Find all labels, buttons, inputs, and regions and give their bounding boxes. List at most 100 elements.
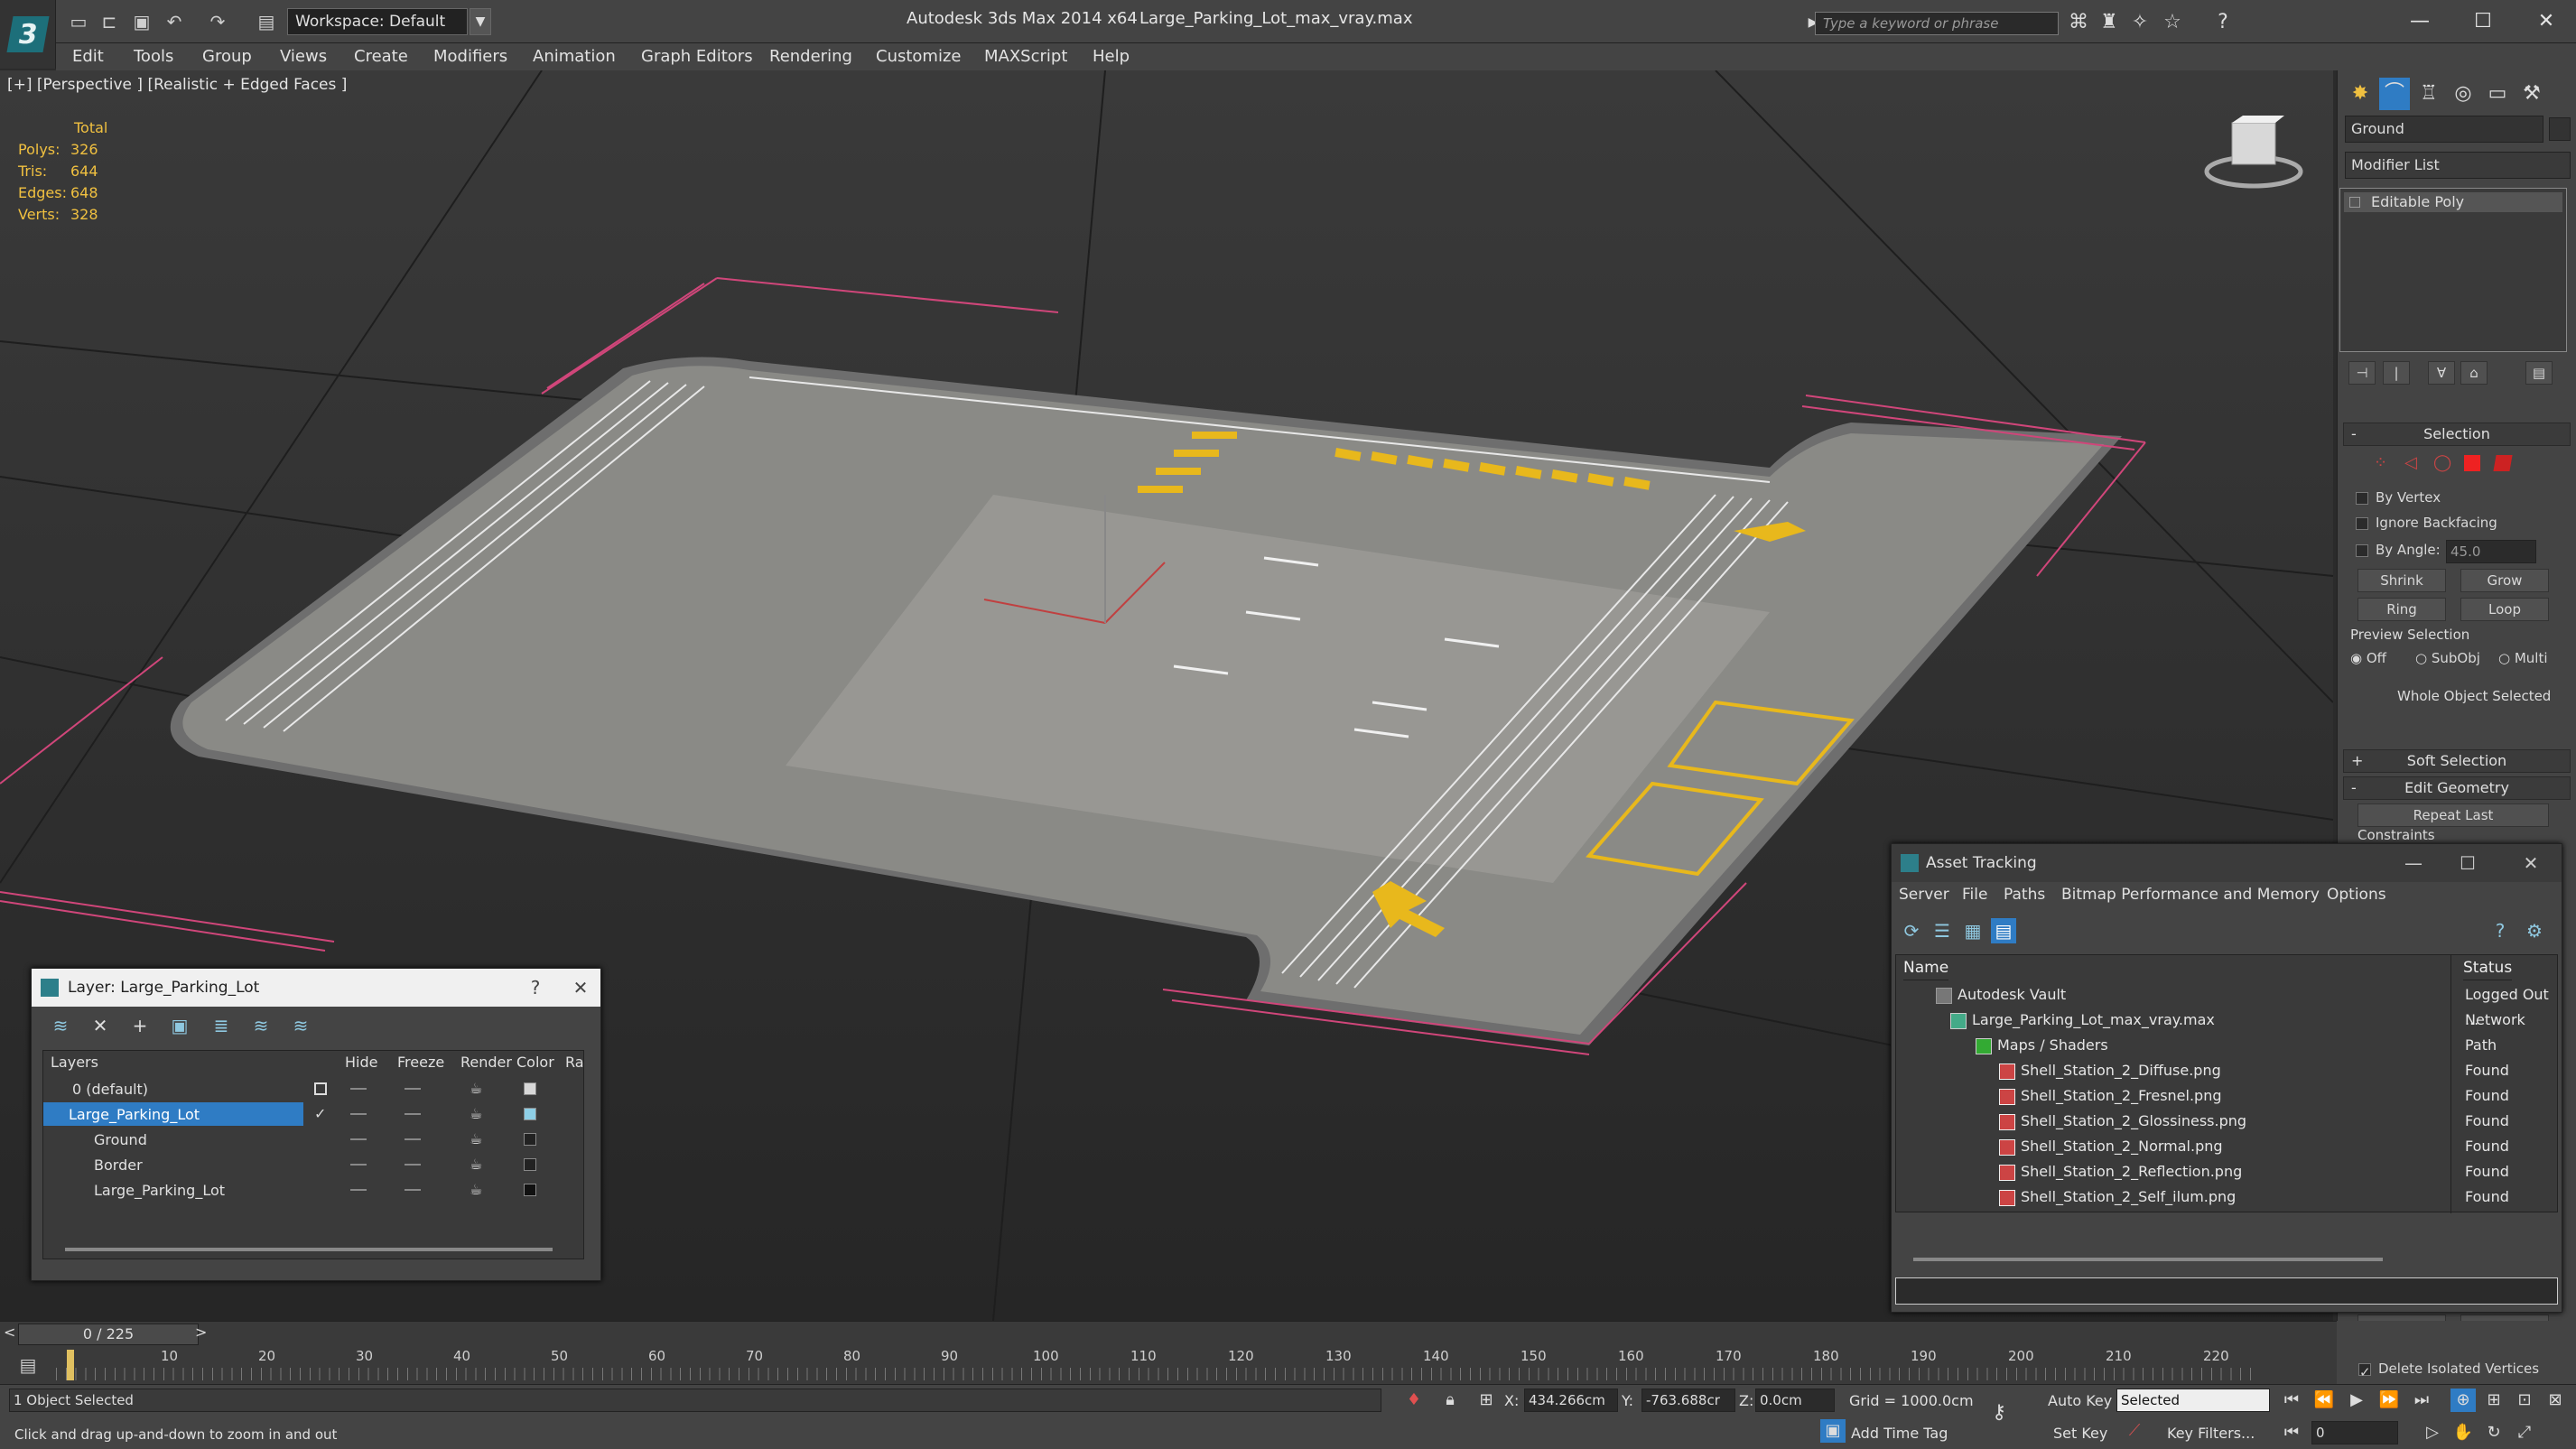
remove-modifier-icon[interactable]: ⌂ — [2460, 361, 2488, 385]
configure-sets-icon[interactable]: ▤ — [2525, 361, 2553, 385]
menu-animation[interactable]: Animation — [533, 47, 616, 66]
asset-row[interactable]: Shell_Station_2_Self_ilum.png Found — [1896, 1184, 2559, 1210]
redo-icon[interactable]: ↷ — [206, 11, 229, 33]
layer-color-swatch[interactable] — [524, 1184, 536, 1196]
utilities-tab-icon[interactable]: ⚒ — [2516, 78, 2547, 110]
ring-button[interactable]: Ring — [2357, 598, 2446, 621]
maximize-viewport-icon[interactable]: ⤢ — [2512, 1421, 2537, 1444]
at-menu-paths[interactable]: Paths — [2004, 886, 2045, 904]
teapot-icon[interactable]: ☕ — [470, 1101, 482, 1127]
menu-create[interactable]: Create — [354, 47, 408, 66]
undo-icon[interactable]: ↶ — [163, 11, 186, 33]
edge-mode-icon[interactable]: ◁ — [2404, 453, 2417, 472]
select-objects-icon[interactable]: ▣ — [167, 1014, 192, 1037]
element-mode-icon[interactable] — [2493, 455, 2513, 471]
at-menu-server[interactable]: Server — [1899, 886, 1949, 904]
layer-row[interactable]: Large_Parking_Lot ☕ — [43, 1177, 585, 1203]
col-layers[interactable]: Layers — [51, 1051, 98, 1074]
menu-graph-editors[interactable]: Graph Editors — [641, 47, 753, 66]
key-mode-dropdown[interactable]: Selected — [2116, 1389, 2270, 1412]
preview-off-radio[interactable]: ◉ Off — [2350, 650, 2386, 666]
layer-row[interactable]: Ground ☕ — [43, 1127, 585, 1152]
menu-edit[interactable]: Edit — [72, 47, 104, 66]
asset-row[interactable]: Autodesk Vault Logged Out ... — [1896, 982, 2559, 1028]
minimize-icon[interactable]: — — [2397, 844, 2430, 882]
menu-modifiers[interactable]: Modifiers — [433, 47, 507, 66]
modify-tab-icon[interactable]: ⌒ — [2379, 78, 2410, 110]
settings-icon[interactable]: ⚙ — [2522, 918, 2547, 943]
menu-views[interactable]: Views — [280, 47, 327, 66]
expand-icon[interactable] — [2349, 197, 2360, 208]
maximize-icon[interactable]: ☐ — [2451, 844, 2484, 882]
play-icon[interactable]: ▶ — [2344, 1389, 2369, 1412]
layer-window-titlebar[interactable]: Layer: Large_Parking_Lot ? ✕ — [32, 969, 600, 1007]
angle-spinner[interactable]: 45.0 — [2446, 540, 2536, 563]
hierarchy-tab-icon[interactable]: ♖ — [2413, 78, 2444, 110]
shrink-button[interactable]: Shrink — [2357, 569, 2446, 592]
workspace-dropdown[interactable]: Workspace: Default — [287, 8, 468, 35]
menu-maxscript[interactable]: MAXScript — [984, 47, 1067, 66]
show-end-result-icon[interactable]: | — [2383, 361, 2410, 385]
x-coordinate-field[interactable]: 434.266cm — [1524, 1389, 1618, 1412]
col-color[interactable]: Color — [516, 1051, 554, 1074]
asset-row[interactable]: Shell_Station_2_Reflection.png Found — [1896, 1159, 2559, 1184]
key-mode-toggle-icon[interactable]: ⏮ — [2279, 1421, 2304, 1444]
border-mode-icon[interactable]: ◯ — [2433, 453, 2451, 472]
modifier-list-dropdown[interactable]: Modifier List — [2345, 152, 2571, 179]
stack-item-editable-poly[interactable]: Editable Poly — [2344, 192, 2562, 212]
help-icon[interactable]: ? — [519, 969, 552, 1007]
layer-row[interactable]: Border ☕ — [43, 1152, 585, 1177]
layer-row[interactable]: Large_Parking_Lot ✓ ☕ — [43, 1101, 585, 1127]
soft-selection-rollout-header[interactable]: + Soft Selection — [2343, 749, 2571, 773]
preview-subobj-radio[interactable]: ○ SubObj — [2415, 650, 2480, 666]
layer-color-swatch[interactable] — [524, 1133, 536, 1146]
time-slider[interactable]: < 0 / 225 > — [0, 1321, 2337, 1346]
time-slider-thumb[interactable]: 0 / 225 — [18, 1324, 199, 1345]
by-vertex-checkbox[interactable]: By Vertex — [2356, 489, 2441, 506]
hide-all-icon[interactable]: ≋ — [248, 1014, 274, 1037]
set-key-icon[interactable]: ⟋ — [2122, 1419, 2147, 1443]
lock-selection-icon[interactable]: 🔒︎ — [1437, 1389, 1463, 1412]
display-tab-icon[interactable]: ▭ — [2482, 78, 2513, 110]
asset-window-titlebar[interactable]: Asset Tracking — ☐ ✕ — [1892, 844, 2562, 882]
project-folder-icon[interactable]: ▤ — [255, 11, 278, 33]
prev-key-icon[interactable]: ⏪ — [2311, 1389, 2337, 1412]
time-tag-icon[interactable]: ▣ — [1820, 1419, 1846, 1443]
freeze-all-icon[interactable]: ≋ — [288, 1014, 313, 1037]
go-to-end-icon[interactable]: ⏭ — [2409, 1389, 2434, 1412]
maximize-icon[interactable]: ☐ — [2456, 5, 2510, 38]
binoculars-icon[interactable]: ⌘ — [2066, 11, 2091, 34]
layer-row[interactable]: 0 (default) ☕ — [43, 1076, 585, 1101]
search-input[interactable]: Type a keyword or phrase — [1815, 12, 2059, 35]
zoom-extents-icon[interactable]: ⊡ — [2512, 1389, 2537, 1412]
layer-color-swatch[interactable] — [524, 1082, 536, 1095]
col-freeze[interactable]: Freeze — [397, 1051, 444, 1074]
at-menu-options[interactable]: Options — [2327, 886, 2386, 904]
grid-view-icon[interactable]: ▤ — [1991, 918, 2016, 943]
col-render[interactable]: Render — [460, 1051, 512, 1074]
menu-tools[interactable]: Tools — [134, 47, 173, 66]
delete-isolated-checkbox[interactable]: ✓ Delete Isolated Vertices — [2358, 1361, 2539, 1380]
vertex-mode-icon[interactable]: ⁘ — [2374, 453, 2387, 472]
viewport-label[interactable]: [+] [Perspective ] [Realistic + Edged Fa… — [7, 76, 347, 94]
make-unique-icon[interactable]: ∀ — [2428, 361, 2455, 385]
teapot-icon[interactable]: ☕ — [470, 1152, 482, 1177]
highlight-layer-icon[interactable]: ≣ — [209, 1014, 234, 1037]
repeat-last-button[interactable]: Repeat Last — [2357, 803, 2549, 827]
asset-row[interactable]: Shell_Station_2_Normal.png Found — [1896, 1134, 2559, 1159]
menu-help[interactable]: Help — [1093, 47, 1130, 66]
help-icon[interactable]: ? — [2210, 11, 2236, 34]
mini-curve-editor-icon[interactable]: ▤ — [0, 1346, 56, 1384]
polygon-mode-icon[interactable] — [2464, 455, 2480, 471]
col-radiosity[interactable]: Ra — [565, 1051, 584, 1074]
create-tab-icon[interactable]: ✸ — [2345, 78, 2376, 110]
workspace-dropdown-arrow-icon[interactable]: ▼ — [470, 8, 491, 35]
layer-color-swatch[interactable] — [524, 1158, 536, 1171]
at-menu-file[interactable]: File — [1962, 886, 1987, 904]
at-menu-bitmap-performance[interactable]: Bitmap Performance and Memory — [2061, 886, 2320, 904]
table-view-icon[interactable]: ▦ — [1960, 918, 1985, 943]
selection-rollout-header[interactable]: - Selection — [2343, 423, 2571, 446]
next-key-icon[interactable]: ⏩ — [2376, 1389, 2402, 1412]
asset-row[interactable]: Shell_Station_2_Glossiness.png Found — [1896, 1109, 2559, 1134]
app-logo[interactable]: 3 — [0, 0, 56, 69]
